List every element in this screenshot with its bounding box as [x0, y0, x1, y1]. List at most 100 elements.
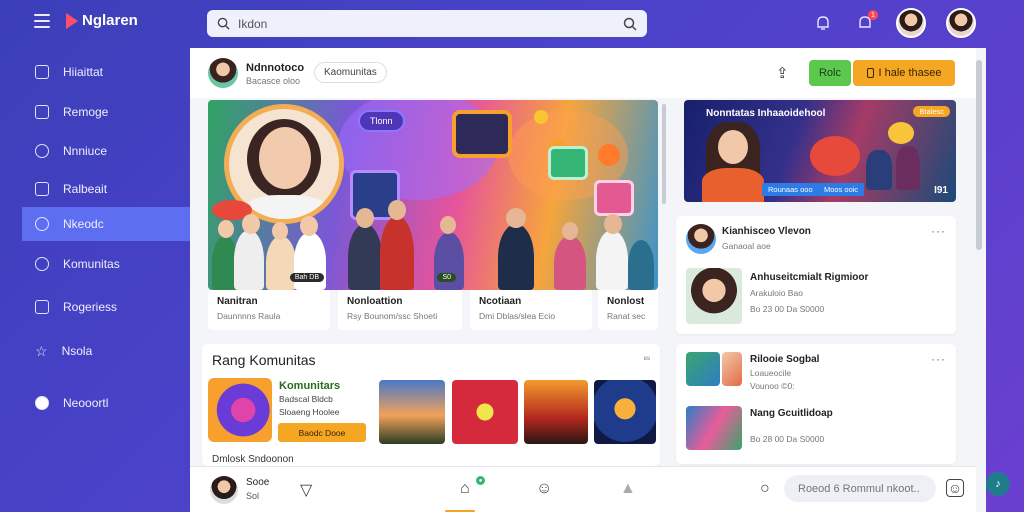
- sticker-icon[interactable]: ☺: [946, 479, 964, 497]
- poster-avatar[interactable]: [686, 224, 716, 254]
- card-badge: S0: [437, 273, 456, 282]
- join-label: I hale thasee: [878, 67, 942, 79]
- top-icons: 1: [812, 8, 976, 38]
- home-tab-badge: ●: [476, 476, 485, 485]
- join-icon: [866, 68, 874, 78]
- profile-avatar[interactable]: [946, 8, 976, 38]
- card-badge: Bah DB: [289, 273, 324, 282]
- current-user-status: Sol: [246, 491, 260, 501]
- music-fab[interactable]: ♪: [986, 472, 1010, 496]
- home-tab-icon[interactable]: ⌂: [460, 480, 470, 498]
- more-options-icon[interactable]: ···: [931, 224, 946, 238]
- hero-card[interactable]: S0 Nonloattion Rsy Bounom/ssc Shoeti: [338, 273, 462, 330]
- group-thumbnail[interactable]: [686, 352, 720, 386]
- group-meta: Vounoo ©0:: [750, 381, 795, 391]
- hero-card[interactable]: Bah DB Nanitran Daunnnns Raula: [208, 273, 330, 330]
- promo-banner[interactable]: Nonntatas Inhaaoidehool Btalesc Rounaas …: [684, 100, 956, 202]
- sidebar-item-label: Hiiaittat: [63, 65, 104, 79]
- hero-card[interactable]: Nonlost Ranat sec: [598, 290, 658, 330]
- community-join-button[interactable]: Baodc Dooe: [278, 423, 366, 442]
- sidebar-item-label: Ralbeait: [63, 182, 108, 196]
- sidebar-item-calendar[interactable]: Remoge: [22, 95, 190, 129]
- promo-button-1[interactable]: Rounaas ooo: [762, 183, 819, 196]
- group-title[interactable]: Nang Gcuitlidoap: [750, 408, 833, 419]
- badge-icon: [35, 396, 49, 410]
- channel-avatar[interactable]: [208, 58, 238, 88]
- group-title[interactable]: Rilooie Sogbal: [750, 354, 819, 365]
- expand-icon[interactable]: ᵉˢ: [644, 354, 650, 364]
- card-title: Nonlost: [607, 296, 645, 307]
- post-title[interactable]: Anhuseitcmialt Rigmioor: [750, 272, 868, 283]
- community-thumbnail[interactable]: [524, 380, 588, 444]
- community-logo[interactable]: [208, 378, 272, 442]
- star-icon: ☆: [35, 342, 48, 359]
- bottom-bar: Sooe Sol ▽ ⌂ ● ☺ ▲ ○ ☺: [190, 466, 976, 512]
- sidebar: Hiiaittat Remoge Nnniuce Ralbeait Nkeodc…: [22, 48, 196, 512]
- comment-icon[interactable]: ○: [760, 480, 770, 498]
- game-icon[interactable]: ▲: [620, 480, 636, 498]
- search-bar[interactable]: [207, 10, 647, 37]
- ranking-card: Rang Komunitas ᵉˢ Komunitars Badscal Bld…: [202, 344, 660, 466]
- group-thumbnail[interactable]: [722, 352, 742, 386]
- sidebar-item-star[interactable]: ☆ Nsola: [22, 334, 190, 368]
- join-button[interactable]: I hale thasee: [853, 60, 955, 86]
- sidebar-item-explore[interactable]: Nnniuce: [22, 134, 190, 168]
- hero-tag: Tlonn: [358, 110, 405, 132]
- ranking-footer: Dmlosk Sndoonon: [212, 454, 294, 465]
- box-icon: [35, 300, 49, 314]
- notification-icon[interactable]: 1: [854, 10, 878, 34]
- feed-card[interactable]: Kianhisceo Vlevon Ganaoal aoe ··· Anhuse…: [676, 216, 956, 334]
- sidebar-item-chat[interactable]: Nkeodc: [22, 207, 196, 241]
- emoji-icon[interactable]: ☺: [536, 480, 552, 498]
- sidebar-item-box[interactable]: Rogeriess: [22, 290, 190, 324]
- sidebar-item-users[interactable]: Ralbeait: [22, 172, 190, 206]
- sidebar-item-komunitas[interactable]: Komunitas: [22, 247, 190, 281]
- calendar-icon: [35, 105, 49, 119]
- promo-title: Nonntatas Inhaaoidehool: [706, 108, 826, 119]
- feed-card[interactable]: ··· Rilooie Sogbal Loaueocile Vounoo ©0:…: [676, 344, 956, 464]
- menu-icon[interactable]: [34, 14, 50, 28]
- sidebar-item-label: Nsola: [61, 344, 93, 358]
- search-submit-icon[interactable]: [623, 17, 637, 31]
- logo-play-icon: [66, 12, 78, 29]
- community-name[interactable]: Komunitars: [279, 380, 340, 392]
- post-thumbnail[interactable]: [686, 268, 742, 324]
- poster-meta: Ganaoal aoe: [722, 241, 771, 251]
- hero-card[interactable]: Ncotiaan Dmi Dblas/slea Ecio: [470, 290, 592, 330]
- more-options-icon[interactable]: ···: [931, 352, 946, 366]
- hero-scrollbar[interactable]: [662, 104, 666, 204]
- home-icon: [35, 65, 49, 79]
- search-input[interactable]: [238, 16, 615, 31]
- follow-button[interactable]: Rolc: [809, 60, 851, 86]
- group-stats: Bo 28 00 Da S0000: [750, 434, 825, 444]
- panel-scrollbar[interactable]: [976, 60, 982, 250]
- card-subtitle: Dmi Dblas/slea Ecio: [479, 311, 556, 321]
- sidebar-item-label: Komunitas: [63, 257, 120, 271]
- sidebar-item-label: Nkeodc: [63, 217, 104, 231]
- message-input[interactable]: [784, 475, 936, 502]
- hero-banner[interactable]: Tlonn: [208, 100, 658, 290]
- community-thumbnail[interactable]: [379, 380, 445, 444]
- card-subtitle: Daunnnns Raula: [217, 311, 281, 321]
- community-thumbnail[interactable]: [452, 380, 518, 444]
- compass-icon: [35, 144, 49, 158]
- share-icon[interactable]: ⇪: [776, 64, 789, 82]
- sidebar-item-badge[interactable]: Neooortl: [22, 386, 190, 420]
- channel-subtitle: Bacasce oloo: [246, 76, 301, 86]
- user-avatar[interactable]: [896, 8, 926, 38]
- community-tag[interactable]: Kaomunitas: [314, 62, 387, 83]
- community-thumbnail[interactable]: [594, 380, 656, 444]
- send-icon[interactable]: ▽: [300, 480, 312, 500]
- group-thumbnail[interactable]: [686, 406, 742, 450]
- card-subtitle: Ranat sec: [607, 311, 646, 321]
- promo-button-2[interactable]: Moos ooic: [818, 183, 865, 196]
- app-logo[interactable]: Nglaren: [66, 12, 138, 29]
- bell-icon[interactable]: [812, 12, 834, 34]
- current-user-avatar[interactable]: [210, 476, 238, 504]
- sidebar-item-home[interactable]: Hiiaittat: [22, 55, 190, 89]
- card-title: Nonloattion: [347, 296, 403, 307]
- post-stats: Bo 23 00 Da S0000: [750, 304, 825, 314]
- promo-badge: Btalesc: [913, 106, 950, 117]
- current-user-name: Sooe: [246, 477, 270, 488]
- promo-number: I91: [934, 185, 948, 196]
